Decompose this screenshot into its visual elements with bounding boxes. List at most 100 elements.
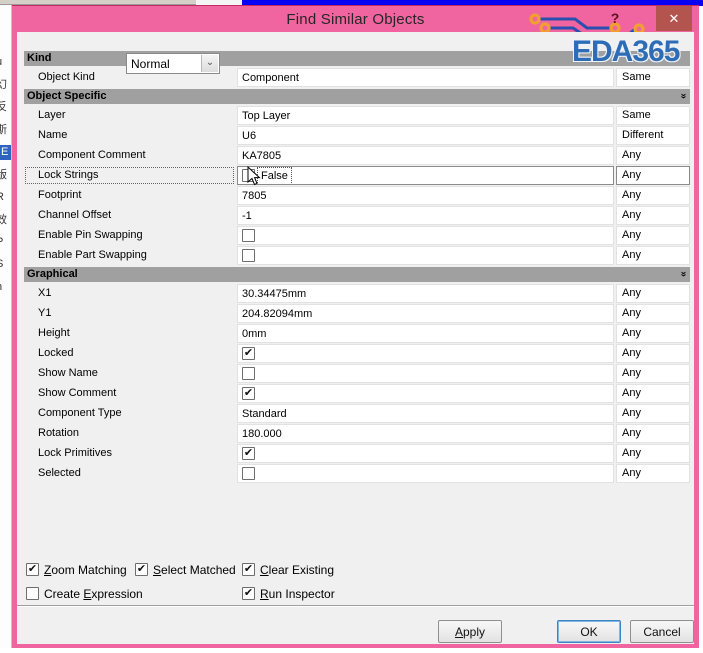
row-value[interactable] <box>237 464 614 483</box>
table-row-y1: Y1 204.82094mm Any <box>24 304 690 324</box>
option-create-expression[interactable]: Create Expression <box>26 586 143 601</box>
row-label: Locked <box>38 347 74 359</box>
option-label: Select Matched <box>153 562 236 577</box>
checkbox[interactable] <box>26 587 39 600</box>
row-value[interactable] <box>237 226 614 245</box>
row-value[interactable]: 7805 <box>237 186 614 205</box>
row-label: Channel Offset <box>38 209 112 221</box>
row-match-dropdown[interactable]: Any <box>616 304 690 323</box>
row-value[interactable]: ✔ <box>237 444 614 463</box>
row-label: X1 <box>38 287 52 299</box>
row-match-dropdown[interactable]: Any <box>616 226 690 245</box>
option-clear-existing[interactable]: ✔ Clear Existing <box>242 562 334 577</box>
row-value[interactable]: -1 <box>237 206 614 225</box>
row-value[interactable]: ✔ <box>237 344 614 363</box>
background-list-item: 版 <box>0 168 11 183</box>
row-match-dropdown[interactable]: Same <box>616 68 690 87</box>
option-run-inspector[interactable]: ✔ Run Inspector <box>242 586 335 601</box>
collapse-chevron-icon[interactable]: » <box>678 93 689 99</box>
match-value: Any <box>622 229 641 241</box>
match-value: Any <box>622 169 641 181</box>
row-match-dropdown[interactable]: Any <box>616 464 690 483</box>
row-value[interactable]: 0mm <box>237 324 614 343</box>
row-checkbox[interactable]: ✔ <box>242 387 255 400</box>
row-match-dropdown[interactable]: Any <box>616 146 690 165</box>
collapse-chevron-icon[interactable]: » <box>678 271 689 277</box>
section-title: Kind <box>27 52 52 64</box>
cancel-button[interactable]: Cancel <box>630 620 694 643</box>
row-value-text: 7805 <box>242 189 267 202</box>
checkbox[interactable]: ✔ <box>135 563 148 576</box>
expression-scope-dropdown[interactable]: Normal ⌄ <box>126 53 220 74</box>
match-value: Any <box>622 307 641 319</box>
row-value[interactable] <box>237 246 614 265</box>
row-match-dropdown[interactable]: Any <box>616 186 690 205</box>
checkbox[interactable]: ✔ <box>26 563 39 576</box>
row-checkbox[interactable] <box>242 249 255 262</box>
row-match-dropdown[interactable]: Any <box>616 206 690 225</box>
properties-table: Kind Object Kind Component Same Object Speci… <box>24 50 690 484</box>
dialog-titlebar[interactable]: Find Similar Objects ? ✕ <box>12 6 699 36</box>
row-value[interactable]: Top Layer <box>237 106 614 125</box>
row-match-dropdown[interactable]: Any <box>616 344 690 363</box>
row-checkbox[interactable] <box>242 169 255 182</box>
chevron-down-icon[interactable]: ⌄ <box>201 55 218 72</box>
row-match-dropdown[interactable]: Different <box>616 126 690 145</box>
row-checkbox[interactable] <box>242 229 255 242</box>
checkbox[interactable]: ✔ <box>242 563 255 576</box>
row-value[interactable]: Standard <box>237 404 614 423</box>
match-value: Any <box>622 149 641 161</box>
row-checkbox[interactable]: ✔ <box>242 447 255 460</box>
ok-button[interactable]: OK <box>557 620 621 643</box>
row-value[interactable]: 180.000 <box>237 424 614 443</box>
row-match-dropdown[interactable]: Any <box>616 444 690 463</box>
row-value[interactable]: U6 <box>237 126 614 145</box>
table-row-name: Name U6 Different <box>24 126 690 146</box>
row-match-dropdown[interactable]: Any <box>616 404 690 423</box>
row-checkbox[interactable] <box>242 467 255 480</box>
row-checkbox[interactable]: ✔ <box>242 347 255 360</box>
row-match-dropdown[interactable]: Any <box>616 284 690 303</box>
row-label: Show Comment <box>38 387 117 399</box>
background-list-item: 效 <box>0 213 11 228</box>
row-label: Show Name <box>38 367 98 379</box>
row-match-dropdown[interactable]: Any <box>616 364 690 383</box>
row-value[interactable]: 30.34475mm <box>237 284 614 303</box>
match-value: Same <box>622 71 651 83</box>
row-match-dropdown[interactable]: Same <box>616 106 690 125</box>
row-checkbox[interactable] <box>242 367 255 380</box>
option-select-matched[interactable]: ✔ Select Matched <box>135 562 236 577</box>
checkbox[interactable]: ✔ <box>242 587 255 600</box>
row-value[interactable]: ✔ <box>237 384 614 403</box>
row-match-dropdown[interactable]: Any <box>616 166 690 185</box>
help-icon[interactable]: ? <box>607 10 623 26</box>
table-row-selected: Selected Any <box>24 464 690 484</box>
row-value[interactable] <box>237 364 614 383</box>
table-row-layer: Layer Top Layer Same <box>24 106 690 126</box>
option-label: Clear Existing <box>260 562 335 577</box>
row-match-dropdown[interactable]: Any <box>616 424 690 443</box>
row-value[interactable]: 204.82094mm <box>237 304 614 323</box>
row-label: Footprint <box>38 189 82 201</box>
row-value[interactable]: Component <box>237 68 614 87</box>
close-icon[interactable]: ✕ <box>656 6 692 31</box>
row-match-dropdown[interactable]: Any <box>616 246 690 265</box>
option-zoom-matching[interactable]: ✔ Zoom Matching <box>26 562 127 577</box>
section-header-graphical[interactable]: Graphical » <box>24 267 690 282</box>
row-label: Component Comment <box>38 149 146 161</box>
table-row-rotation: Rotation 180.000 Any <box>24 424 690 444</box>
row-value[interactable]: False <box>237 166 614 185</box>
row-value-text: KA7805 <box>242 149 282 162</box>
background-list-item: u <box>0 55 11 70</box>
table-row-enable-part-swapping: Enable Part Swapping Any <box>24 246 690 266</box>
match-value: Any <box>622 347 641 359</box>
table-row-show-comment: Show Comment ✔ Any <box>24 384 690 404</box>
row-match-dropdown[interactable]: Any <box>616 324 690 343</box>
row-label: Lock Strings <box>24 166 235 185</box>
apply-button[interactable]: Apply <box>438 620 502 643</box>
row-match-dropdown[interactable]: Any <box>616 384 690 403</box>
section-header-object-specific[interactable]: Object Specific » <box>24 89 690 104</box>
row-value-text: 30.34475mm <box>242 287 307 300</box>
row-value-text: False <box>257 167 292 184</box>
row-value[interactable]: KA7805 <box>237 146 614 165</box>
